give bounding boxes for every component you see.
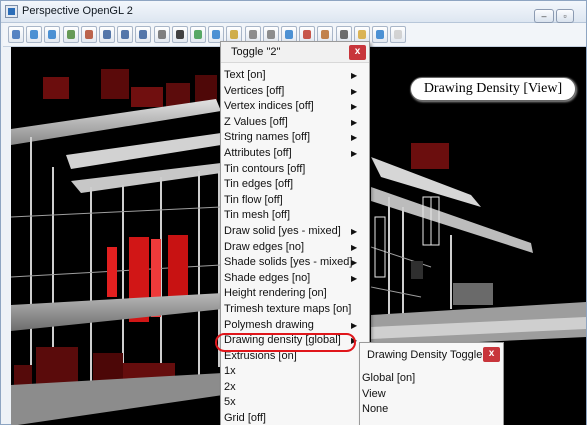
drawing-density-submenu: Drawing Density Toggle x Global [on] View… — [359, 342, 504, 425]
star-icon[interactable] — [372, 26, 388, 43]
app-icon — [5, 5, 18, 18]
new-view-icon[interactable] — [8, 26, 24, 43]
menu-item-label: Attributes [off] — [224, 146, 292, 159]
submenu-arrow-icon: ▶ — [351, 258, 358, 268]
menu-item-label: Text [on] — [224, 69, 266, 81]
toggle-menu-close-button[interactable]: x — [349, 45, 366, 60]
submenu-arrow-icon: ▶ — [351, 273, 358, 283]
submenu-items: Global [on] View None — [362, 371, 415, 418]
menu-item-label: Tin mesh [off] — [224, 209, 291, 222]
drawing-density-label: Drawing Density [View] — [410, 77, 576, 101]
menu-item[interactable]: Vertices [off] ▶ — [221, 84, 369, 100]
submenu-arrow-icon: ▶ — [351, 226, 358, 236]
title-bar[interactable]: Perspective OpenGL 2 – ▫ — [1, 1, 586, 23]
menu-item[interactable]: Tin mesh [off] — [221, 208, 369, 224]
menu-item[interactable]: Vertex indices [off] ▶ — [221, 99, 369, 115]
menu-item[interactable]: 2x — [221, 380, 369, 396]
menu-item-label: Polymesh drawing — [224, 318, 314, 331]
eye-icon[interactable] — [171, 26, 188, 43]
menu-item-label: Trimesh texture maps [on] — [224, 302, 352, 315]
menu-item[interactable]: String names [off] ▶ — [221, 130, 369, 146]
menu-item[interactable]: Draw solid [yes - mixed] ▶ — [221, 224, 369, 240]
menu-item-label: Tin contours [off] — [224, 162, 306, 175]
submenu-item[interactable]: None — [362, 402, 415, 418]
menu-item[interactable]: Trimesh texture maps [on] — [221, 302, 369, 318]
menu-item[interactable]: Tin contours [off] — [221, 162, 369, 178]
menu-item-label: Shade edges [no] — [224, 271, 311, 284]
submenu-arrow-icon: ▶ — [351, 71, 358, 80]
submenu-arrow-icon: ▶ — [351, 86, 358, 96]
zoom-extents-icon[interactable] — [99, 26, 115, 43]
menu-item[interactable]: Text [on] ▶ — [221, 68, 369, 84]
menu-item[interactable]: Z Values [off] ▶ — [221, 115, 369, 131]
walk-icon[interactable] — [153, 26, 170, 43]
menu-item-label: String names [off] — [224, 131, 311, 144]
menu-item-label: Z Values [off] — [224, 115, 288, 128]
maximize-button[interactable]: ▫ — [556, 9, 574, 23]
menu-item[interactable]: Polymesh drawing ▶ — [221, 318, 369, 334]
submenu-item[interactable]: Global [on] — [362, 371, 415, 387]
submenu-arrow-icon: ▶ — [351, 133, 358, 143]
minimize-button[interactable]: – — [534, 9, 554, 23]
toggle-menu-title: Toggle "2" — [231, 46, 281, 58]
menu-item[interactable]: Shade edges [no] ▶ — [221, 271, 369, 287]
submenu-arrow-icon: ▶ — [351, 320, 358, 330]
zoom-previous-icon[interactable] — [135, 26, 152, 43]
menu-item[interactable]: Grid [off] — [221, 411, 369, 425]
menu-item-label: Tin edges [off] — [224, 178, 294, 191]
menu-item-label: Height rendering [on] — [224, 287, 327, 300]
menu-item-label: 5x — [224, 396, 236, 409]
submenu-item[interactable]: View — [362, 387, 415, 403]
toggle-menu-header: Toggle "2" x — [221, 42, 369, 63]
submenu-arrow-icon: ▶ — [351, 148, 358, 158]
pan-icon[interactable] — [62, 26, 79, 43]
rotate-icon[interactable] — [80, 26, 97, 43]
menu-item-label: 2x — [224, 380, 236, 393]
menu-item[interactable]: 5x — [221, 395, 369, 411]
submenu-arrow-icon: ▶ — [351, 102, 358, 112]
highlight-ring — [215, 333, 356, 352]
submenu-close-button[interactable]: x — [483, 347, 500, 362]
menu-item-label: Grid [off] — [224, 412, 266, 425]
toggle-menu-items: Text [on] ▶ Vertices [off] ▶ Vertex indices … — [221, 68, 369, 425]
menu-item-label: Tin flow [off] — [224, 193, 283, 206]
zoom-in-icon[interactable] — [26, 26, 43, 43]
menu-item[interactable]: Attributes [off] ▶ — [221, 146, 369, 162]
menu-item-label: 1x — [224, 365, 236, 378]
menu-item-label: Vertex indices [off] — [224, 100, 314, 113]
menu-item[interactable]: Tin edges [off] — [221, 177, 369, 193]
perspective-opengl-window: Perspective OpenGL 2 – ▫ Drawing Density… — [0, 0, 587, 425]
window-title: Perspective OpenGL 2 — [22, 5, 133, 17]
zoom-window-icon[interactable] — [117, 26, 134, 43]
menu-item-label: Draw solid [yes - mixed] — [224, 224, 341, 237]
menu-item[interactable]: Height rendering [on] — [221, 286, 369, 302]
submenu-arrow-icon: ▶ — [351, 117, 358, 127]
menu-item-label: Vertices [off] — [224, 84, 285, 97]
render-icon[interactable] — [190, 26, 206, 43]
blank-icon[interactable] — [390, 26, 407, 43]
submenu-arrow-icon: ▶ — [351, 242, 358, 252]
menu-item-label: Draw edges [no] — [224, 240, 305, 253]
submenu-title: Drawing Density Toggle — [367, 349, 483, 361]
zoom-out-icon[interactable] — [44, 26, 61, 43]
menu-item[interactable]: Draw edges [no] ▶ — [221, 240, 369, 256]
menu-item[interactable]: Tin flow [off] — [221, 193, 369, 209]
menu-item[interactable]: Shade solids [yes - mixed] ▶ — [221, 255, 369, 271]
toggle-menu: Toggle "2" x Text [on] ▶ Vertices [off] ▶ Ve… — [220, 41, 370, 425]
menu-item[interactable]: 1x — [221, 364, 369, 380]
menu-item-label: Shade solids [yes - mixed] — [224, 256, 353, 269]
